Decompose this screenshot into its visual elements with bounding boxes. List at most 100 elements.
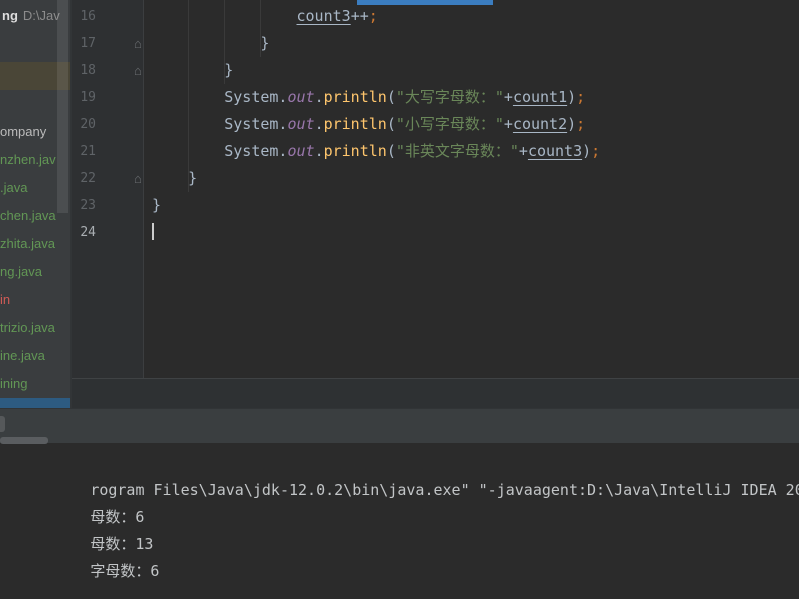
fold-column: ⌂ xyxy=(96,57,143,84)
code-line[interactable]: 19 ⌂ System.out.println("大写字母数："+count1)… xyxy=(70,84,799,111)
tree-item[interactable]: ng.java xyxy=(0,258,70,286)
code-token-plain: + xyxy=(503,88,513,106)
line-number[interactable]: 22 xyxy=(70,165,96,192)
line-number[interactable]: 17 xyxy=(70,30,96,57)
code-text: System.out.println("小写字母数："+count2); xyxy=(143,111,585,138)
code-line[interactable]: 17 ⌂ } xyxy=(70,30,799,57)
code-token-method: println xyxy=(323,142,387,160)
code-token-field: out xyxy=(287,142,315,160)
code-token-var: count1 xyxy=(512,88,568,106)
line-number[interactable]: 20 xyxy=(70,111,96,138)
fold-marker-icon[interactable]: ⌂ xyxy=(134,57,142,84)
text-caret xyxy=(152,222,154,240)
project-tool-window: ng D:\Jav ompany nzhen.jav .java chen.jav… xyxy=(0,0,72,408)
code-token-plain: + xyxy=(518,142,528,160)
line-number[interactable]: 19 xyxy=(70,84,96,111)
tree-item-label: .java xyxy=(0,180,28,195)
fold-column: ⌂ xyxy=(96,84,143,111)
ide-window: 16 ⌂ count3++; 17 ⌂ } 18 ⌂ } 19 ⌂ xyxy=(0,0,799,599)
tree-item-label: trizio.java xyxy=(0,320,55,335)
fold-column: ⌂ xyxy=(96,219,143,246)
line-number[interactable]: 24 xyxy=(70,219,96,246)
code-token-plain: ) xyxy=(582,142,592,160)
code-text: count3++; xyxy=(143,3,378,30)
code-line[interactable]: 16 ⌂ count3++; xyxy=(70,3,799,30)
code-token-plain: ( xyxy=(386,88,396,106)
tree-item[interactable] xyxy=(0,398,70,408)
fold-marker-icon[interactable]: ⌂ xyxy=(134,30,142,57)
project-path-fragment: D:\Jav xyxy=(22,8,60,23)
fold-marker-icon[interactable]: ⌂ xyxy=(134,165,142,192)
run-console[interactable]: rogram Files\Java\jdk-12.0.2\bin\java.ex… xyxy=(0,443,799,599)
active-tab-indicator xyxy=(357,0,493,5)
code-token-semi: ; xyxy=(591,142,601,160)
console-line-text: 母数：13 xyxy=(90,535,154,553)
code-lines: 16 ⌂ count3++; 17 ⌂ } 18 ⌂ } 19 ⌂ xyxy=(70,3,799,246)
code-token-var: count3 xyxy=(527,142,583,160)
code-token-plain: . xyxy=(314,142,324,160)
tree-item[interactable]: in xyxy=(0,286,70,314)
toolbar-icon-fragment xyxy=(0,416,5,432)
tree-item-label: ine.java xyxy=(0,348,45,363)
console-line: rogram Files\Java\jdk-12.0.2\bin\java.ex… xyxy=(0,450,799,499)
code-token-plain: ) xyxy=(567,115,577,133)
code-line[interactable]: 20 ⌂ System.out.println("小写字母数："+count2)… xyxy=(70,111,799,138)
scrollbar-thumb-horizontal[interactable] xyxy=(0,437,48,444)
tree-item-label: nzhen.jav xyxy=(0,152,56,167)
console-line-text: 字母数：6 xyxy=(90,562,160,580)
tree-item-label: ining xyxy=(0,376,28,391)
code-token-plain: ++ xyxy=(350,7,369,25)
line-number[interactable]: 16 xyxy=(70,3,96,30)
code-token-string: "大写字母数：" xyxy=(395,88,504,106)
code-token-var: count3 xyxy=(296,7,351,25)
code-token-field: out xyxy=(287,88,315,106)
fold-column: ⌂ xyxy=(96,3,143,30)
code-editor[interactable]: 16 ⌂ count3++; 17 ⌂ } 18 ⌂ } 19 ⌂ xyxy=(70,0,799,378)
code-token-plain: } xyxy=(152,196,162,214)
project-name-fragment: ng xyxy=(2,8,18,23)
code-token-plain: ) xyxy=(567,88,577,106)
line-number[interactable]: 23 xyxy=(70,192,96,219)
code-token-semi: ; xyxy=(576,115,586,133)
code-token-plain: System. xyxy=(152,142,288,160)
code-token-plain: } xyxy=(152,61,234,79)
tree-item[interactable]: ining xyxy=(0,370,70,398)
code-token-plain: . xyxy=(314,88,324,106)
code-token-plain: + xyxy=(503,115,513,133)
code-token-plain: } xyxy=(152,169,198,187)
tree-item[interactable]: zhita.java xyxy=(0,230,70,258)
tree-item-label: chen.java xyxy=(0,208,56,223)
code-line[interactable]: 23 ⌂ } xyxy=(70,192,799,219)
code-line[interactable]: 21 ⌂ System.out.println("非英文字母数："+count3… xyxy=(70,138,799,165)
code-line[interactable]: 22 ⌂ } xyxy=(70,165,799,192)
tree-item[interactable]: trizio.java xyxy=(0,314,70,342)
fold-column: ⌂ xyxy=(96,30,143,57)
code-token-plain: } xyxy=(152,34,270,52)
console-line: 结束，退出代码 0 xyxy=(0,585,799,599)
code-token-method: println xyxy=(323,115,387,133)
line-number[interactable]: 18 xyxy=(70,57,96,84)
code-line[interactable]: 18 ⌂ } xyxy=(70,57,799,84)
code-token-string: "非英文字母数：" xyxy=(395,142,519,160)
console-output: rogram Files\Java\jdk-12.0.2\bin\java.ex… xyxy=(0,450,799,599)
tree-item-label: ng.java xyxy=(0,264,42,279)
code-line[interactable]: 24 ⌂ xyxy=(70,219,799,246)
line-number[interactable]: 21 xyxy=(70,138,96,165)
code-token-field: out xyxy=(287,115,315,133)
console-line-text: 母数：6 xyxy=(90,508,145,526)
code-token-semi: ; xyxy=(368,7,378,25)
code-text: } xyxy=(143,192,161,219)
code-token-method: println xyxy=(323,88,387,106)
code-token-semi: ; xyxy=(576,88,586,106)
console-line-text: rogram Files\Java\jdk-12.0.2\bin\java.ex… xyxy=(90,481,799,499)
code-text: } xyxy=(143,30,269,57)
tree-item-label: zhita.java xyxy=(0,236,55,251)
project-scrollbar-thumb[interactable] xyxy=(57,0,68,213)
fold-column: ⌂ xyxy=(96,111,143,138)
tree-item-label: in xyxy=(0,292,11,307)
code-token-plain: System. xyxy=(152,88,288,106)
code-text xyxy=(143,219,154,246)
code-token-string: "小写字母数：" xyxy=(395,115,504,133)
tree-item[interactable]: ine.java xyxy=(0,342,70,370)
